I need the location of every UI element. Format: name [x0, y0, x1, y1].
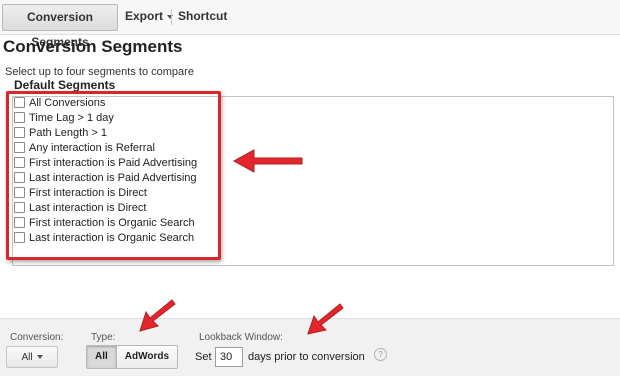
conversion-segments-button[interactable]: Conversion Segments — [2, 4, 118, 49]
type-adwords-button[interactable]: AdWords — [116, 346, 178, 368]
instruction-text: Select up to four segments to compare — [5, 66, 194, 78]
conversion-label: Conversion: — [10, 332, 64, 343]
highlight-box — [6, 91, 221, 260]
lookback-set-text: Set — [195, 351, 212, 363]
red-arrow-icon — [232, 149, 303, 173]
page-title: Conversion Segments — [3, 37, 183, 56]
lookback-suffix-text: days prior to conversion — [248, 351, 365, 363]
shortcut-button[interactable]: Shortcut — [178, 4, 227, 29]
toolbar: Conversion Segments Export Shortcut — [0, 0, 620, 49]
type-toggle: All AdWords — [86, 345, 179, 369]
red-arrow-icon — [139, 299, 176, 332]
type-label: Type: — [91, 332, 116, 343]
default-segments-heading: Default Segments — [14, 78, 116, 92]
shortcut-label: Shortcut — [178, 9, 228, 23]
toolbar-divider — [171, 9, 172, 25]
conversion-value: All — [21, 352, 33, 363]
lookback-window-label: Lookback Window: — [199, 332, 283, 343]
red-arrow-icon — [307, 303, 344, 335]
caret-down-icon — [36, 355, 43, 360]
conversion-select[interactable]: All — [6, 346, 58, 368]
type-all-button[interactable]: All — [87, 346, 117, 368]
lookback-days-input[interactable]: 30 — [215, 347, 243, 367]
export-label: Export — [125, 9, 164, 23]
help-icon[interactable]: ? — [374, 348, 387, 361]
export-button[interactable]: Export — [125, 4, 174, 29]
